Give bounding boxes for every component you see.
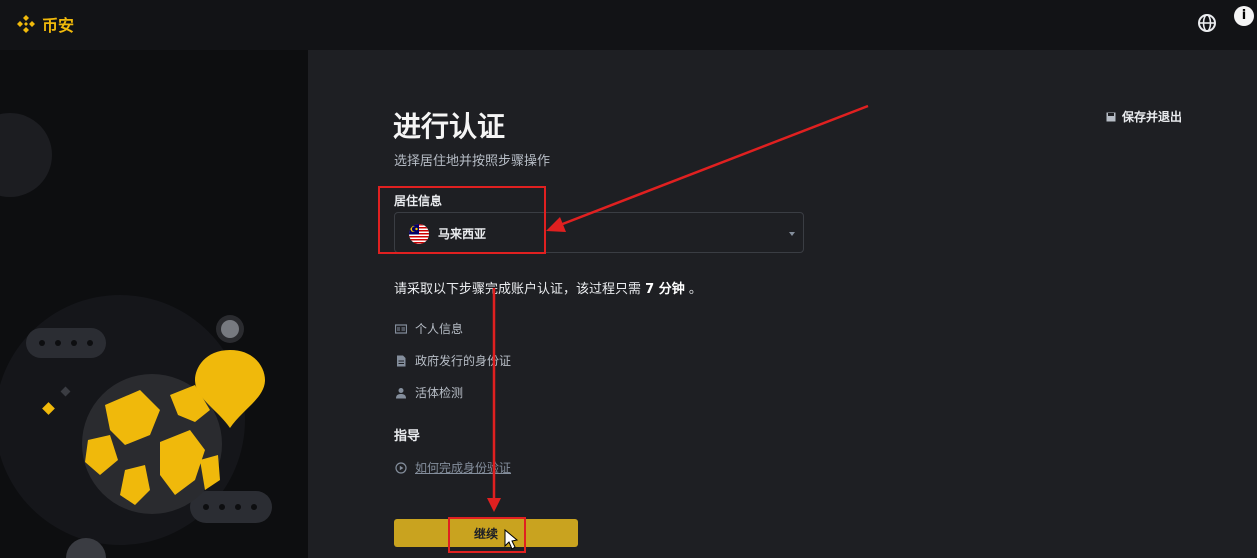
instructions-text: 请采取以下步骤完成账户认证，该过程只需 7 分钟 。 — [394, 278, 702, 297]
binance-logo-icon — [17, 15, 35, 33]
duration: 7 分钟 — [645, 282, 685, 297]
malaysia-flag-icon — [409, 224, 429, 244]
step-label: 个人信息 — [415, 322, 464, 336]
brand-logo[interactable]: 币安 — [16, 12, 74, 36]
guide-item: 如何完成身份验证 — [395, 459, 511, 476]
save-icon — [1106, 112, 1116, 121]
page-subtitle: 选择居住地并按照步骤操作 — [394, 154, 551, 169]
document-icon — [397, 355, 406, 366]
instructions-prefix: 请采取以下步骤完成账户认证，该过程只需 — [394, 282, 642, 297]
guide-title: 指导 — [394, 429, 421, 444]
top-bar: 币安 i — [0, 0, 1257, 50]
country-select[interactable]: 马来西亚 — [394, 212, 804, 253]
brand-name: 币安 — [42, 16, 75, 35]
illustration-panel — [0, 50, 308, 558]
save-and-exit-label: 保存并退出 — [1122, 110, 1183, 124]
play-circle-icon — [395, 461, 407, 474]
step-liveness-check: 活体检测 — [395, 384, 463, 401]
residence-label: 居住信息 — [394, 194, 443, 208]
continue-button[interactable]: 继续 — [394, 519, 578, 547]
id-card-icon — [395, 323, 407, 334]
step-label: 活体检测 — [415, 386, 464, 400]
how-to-verify-link[interactable]: 如何完成身份验证 — [415, 459, 511, 476]
person-icon — [396, 387, 406, 398]
globe-illustration — [0, 113, 272, 558]
step-personal-info: 个人信息 — [395, 320, 463, 337]
page-title: 进行认证 — [393, 110, 506, 143]
instructions-suffix: 。 — [688, 282, 702, 297]
chevron-down-icon — [789, 232, 795, 236]
globe-icon[interactable] — [1196, 12, 1218, 34]
step-government-id: 政府发行的身份证 — [395, 352, 511, 369]
step-label: 政府发行的身份证 — [415, 354, 512, 368]
selected-country: 马来西亚 — [438, 227, 487, 241]
info-icon[interactable]: i — [1234, 6, 1254, 26]
save-and-exit-button[interactable]: 保存并退出 — [1106, 108, 1182, 125]
